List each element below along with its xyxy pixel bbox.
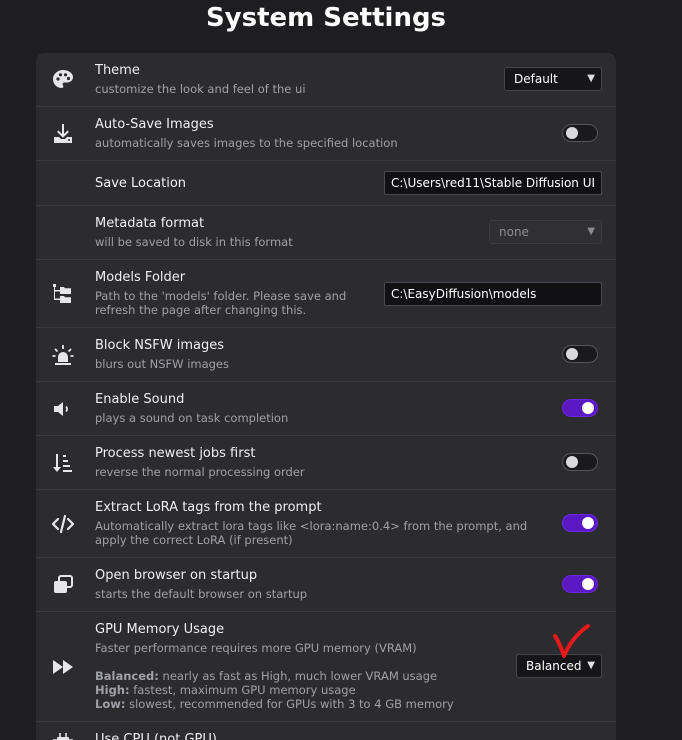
models-folder-desc: Path to the 'models' folder. Please save… <box>95 289 347 317</box>
siren-icon <box>50 342 76 368</box>
metadata-desc: will be saved to disk in this format <box>95 235 293 249</box>
sound-label: Enable Sound <box>95 392 185 407</box>
sound-desc: plays a sound on task completion <box>95 411 289 425</box>
toggle-knob <box>566 456 578 468</box>
setting-row-sound: Enable Sound plays a sound on task compl… <box>36 382 616 436</box>
setting-row-browser: Open browser on startup starts the defau… <box>36 558 616 612</box>
red-checkmark-annotation <box>553 624 590 658</box>
browser-label: Open browser on startup <box>95 568 258 583</box>
gpu-option-high: High: fastest, maximum GPU memory usage <box>95 683 356 697</box>
save-location-label: Save Location <box>95 176 187 191</box>
page-title: System Settings <box>205 3 447 33</box>
metadata-select-value: none <box>499 225 529 239</box>
gpu-option-balanced-text: nearly as fast as High, much lower VRAM … <box>162 669 438 683</box>
browser-toggle[interactable] <box>562 575 598 593</box>
nsfw-toggle[interactable] <box>562 345 598 363</box>
gpu-memory-label: GPU Memory Usage <box>95 622 225 637</box>
chevron-down-icon: ▼ <box>587 73 595 84</box>
toggle-knob <box>566 348 578 360</box>
fast-forward-icon <box>50 654 76 680</box>
theme-desc: customize the look and feel of the ui <box>95 82 306 96</box>
gpu-option-low-text: slowest, recommended for GPUs with 3 to … <box>129 697 454 711</box>
setting-row-lora: Extract LoRA tags from the prompt Automa… <box>36 490 616 558</box>
toggle-knob <box>582 517 594 529</box>
use-cpu-label: Use CPU (not GPU) <box>95 732 217 740</box>
autosave-toggle[interactable] <box>562 124 598 142</box>
newest-first-toggle[interactable] <box>562 453 598 471</box>
metadata-select[interactable]: none ▼ <box>489 220 602 244</box>
gpu-option-low: Low: slowest, recommended for GPUs with … <box>95 697 454 711</box>
theme-select-value: Default <box>514 72 558 86</box>
gpu-option-high-title: High: <box>95 683 130 697</box>
setting-row-autosave: Auto-Save Images automatically saves ima… <box>36 107 616 161</box>
sound-toggle[interactable] <box>562 399 598 417</box>
models-folder-label: Models Folder <box>95 270 186 285</box>
volume-icon <box>50 396 76 422</box>
gpu-option-low-title: Low: <box>95 697 126 711</box>
browser-desc: starts the default browser on startup <box>95 587 308 601</box>
autosave-desc: automatically saves images to the specif… <box>95 136 398 150</box>
theme-select[interactable]: Default ▼ <box>504 67 602 91</box>
lora-label: Extract LoRA tags from the prompt <box>95 500 322 515</box>
setting-row-theme: Theme customize the look and feel of the… <box>36 53 616 107</box>
setting-row-metadata: Metadata format will be saved to disk in… <box>36 206 616 260</box>
lora-desc: Automatically extract lora tags like <lo… <box>95 519 528 547</box>
setting-row-use-cpu: Use CPU (not GPU) <box>36 722 616 740</box>
autosave-label: Auto-Save Images <box>95 117 214 132</box>
setting-row-gpu-memory: GPU Memory Usage Faster performance requ… <box>36 612 616 722</box>
sort-down-icon <box>50 450 76 476</box>
newest-first-desc: reverse the normal processing order <box>95 465 305 479</box>
toggle-knob <box>582 402 594 414</box>
toggle-knob <box>582 578 594 590</box>
setting-row-newest-first: Process newest jobs first reverse the no… <box>36 436 616 490</box>
toggle-knob <box>566 127 578 139</box>
setting-row-models-folder: Models Folder Path to the 'models' folde… <box>36 260 616 328</box>
gpu-option-balanced: Balanced: nearly as fast as High, much l… <box>95 669 437 683</box>
metadata-label: Metadata format <box>95 216 205 231</box>
palette-icon <box>50 67 76 93</box>
download-icon <box>50 121 76 147</box>
models-folder-input[interactable]: C:\EasyDiffusion\models <box>384 282 602 306</box>
code-icon <box>50 511 76 537</box>
nsfw-desc: blurs out NSFW images <box>95 357 230 371</box>
save-location-input[interactable]: C:\Users\red11\Stable Diffusion UI <box>384 171 602 195</box>
newest-first-label: Process newest jobs first <box>95 446 256 461</box>
gpu-option-balanced-title: Balanced: <box>95 669 159 683</box>
setting-row-save-location: Save Location C:\Users\red11\Stable Diff… <box>36 161 616 206</box>
setting-row-nsfw: Block NSFW images blurs out NSFW images <box>36 328 616 382</box>
folder-tree-icon <box>50 281 76 307</box>
lora-toggle[interactable] <box>562 514 598 532</box>
settings-panel: Theme customize the look and feel of the… <box>36 53 616 740</box>
theme-label: Theme <box>95 63 140 78</box>
gpu-memory-desc: Faster performance requires more GPU mem… <box>95 641 417 655</box>
gpu-option-high-text: fastest, maximum GPU memory usage <box>133 683 356 697</box>
microchip-icon <box>50 730 76 740</box>
chevron-down-icon: ▼ <box>587 226 595 237</box>
window-restore-icon <box>50 572 76 598</box>
nsfw-label: Block NSFW images <box>95 338 224 353</box>
